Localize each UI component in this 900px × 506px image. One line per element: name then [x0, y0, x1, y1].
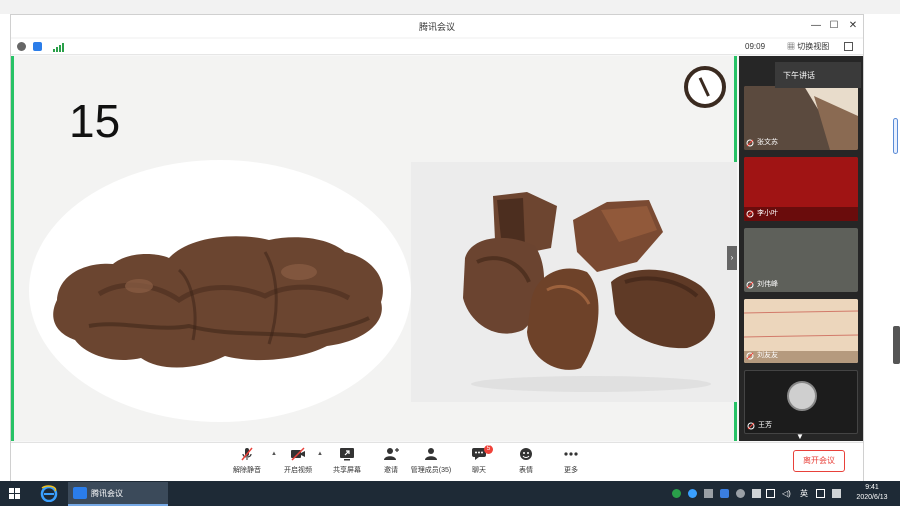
specimen-oval-backdrop [29, 160, 411, 422]
close-button[interactable]: ✕ [846, 19, 860, 33]
meeting-toolbar: 解除静音 ▲ 开启视频 ▲ 共享屏幕 邀请 管理成员(35) 5 聊天 表情 更… [11, 442, 863, 481]
switch-view-button[interactable]: ▦ 切换视图 [787, 41, 829, 52]
grid-icon: ▦ [787, 42, 798, 51]
emoji-label: 表情 [519, 467, 533, 474]
bluetooth-icon[interactable] [720, 489, 729, 498]
speaking-tooltip: 下午讲话 [775, 62, 861, 88]
shield-icon[interactable] [33, 42, 42, 51]
video-options-caret[interactable]: ▲ [317, 451, 323, 457]
meeting-app-icon [73, 487, 87, 499]
sidebar-collapse-button[interactable]: › [727, 246, 737, 270]
unmute-button[interactable]: 解除静音 [225, 447, 269, 475]
video-off-icon [291, 447, 305, 461]
chat-unread-badge: 5 [484, 445, 493, 454]
invite-label: 邀请 [384, 467, 398, 474]
participant-tile[interactable]: 张文苏 [744, 86, 858, 150]
participant-name: 李小叶 [757, 210, 778, 217]
fullscreen-icon[interactable] [844, 42, 853, 51]
members-icon [425, 448, 437, 460]
volume-icon[interactable]: ◁) [782, 489, 791, 498]
network-icon[interactable] [816, 489, 825, 498]
more-label: 更多 [564, 467, 578, 474]
desktop-side-widget[interactable] [893, 326, 900, 364]
maximize-button[interactable]: ☐ [827, 19, 841, 33]
minimize-button[interactable]: — [809, 19, 823, 33]
participant-avatar [787, 381, 817, 411]
share-border-left [11, 56, 14, 441]
tray-app-icon[interactable] [688, 489, 697, 498]
participant-tile[interactable]: 王芳 [744, 370, 858, 434]
input-method-indicator[interactable]: 英 [800, 489, 809, 498]
specimen-large-image [53, 236, 383, 368]
meeting-info-bar: 09:09 ▦ 切换视图 [11, 39, 863, 55]
share-screen-button[interactable]: 共享屏幕 [325, 447, 369, 475]
title-bar: 腾讯会议 — ☐ ✕ [11, 15, 863, 37]
invite-button[interactable]: 邀请 [369, 447, 413, 475]
participant-name: 刘伟峰 [757, 281, 778, 288]
participant-panel: 张文苏 下午讲话 李小叶 刘伟峰 刘友友 王芳 ▼ [739, 56, 863, 441]
start-video-label: 开启视频 [284, 467, 312, 474]
participant-name: 王芳 [758, 422, 772, 429]
participant-name: 张文苏 [757, 139, 778, 146]
screen: 腾讯会议 — ☐ ✕ 09:09 ▦ 切换视图 15 › 张文苏 下午讲话 李小… [0, 0, 900, 506]
more-button[interactable]: 更多 [549, 447, 593, 475]
manage-members-button[interactable]: 管理成员(35) [409, 447, 453, 475]
tray-app-icon[interactable] [704, 489, 713, 498]
chat-label: 聊天 [472, 467, 486, 474]
slide-number: 15 [69, 95, 121, 147]
mic-muted-icon [746, 210, 754, 218]
desktop-icons-strip [0, 0, 900, 14]
taskbar-app-meeting[interactable]: 腾讯会议 [68, 482, 168, 506]
taskbar-clock[interactable]: 9:41 2020/6/13 [846, 483, 898, 503]
desktop-right-edge [864, 14, 900, 481]
taskbar-date: 2020/6/13 [856, 494, 888, 501]
mic-muted-icon [747, 422, 755, 430]
taskbar-time: 9:41 [865, 484, 879, 491]
mic-muted-icon [746, 139, 754, 147]
mic-muted-icon [746, 281, 754, 289]
battery-icon[interactable] [766, 489, 775, 498]
leave-meeting-button[interactable]: 离开会议 [793, 450, 845, 472]
tray-app-icon[interactable] [832, 489, 841, 498]
info-icon[interactable] [17, 42, 26, 51]
chat-button[interactable]: 5 聊天 [457, 445, 501, 475]
tray-app-icon[interactable] [672, 489, 681, 498]
mic-muted-icon [746, 352, 754, 360]
participant-name: 刘友友 [757, 352, 778, 359]
specimen-pieces-photo [411, 162, 737, 402]
emoji-button[interactable]: 表情 [504, 447, 548, 475]
signal-icon[interactable] [53, 39, 65, 55]
window-title: 腾讯会议 [418, 22, 455, 32]
desktop-left-edge [0, 14, 10, 481]
taskbar-app-label: 腾讯会议 [91, 489, 123, 498]
windows-start-icon[interactable] [9, 488, 20, 499]
manage-members-label: 管理成员(35) [410, 467, 452, 474]
internet-explorer-icon[interactable] [40, 485, 58, 502]
scroll-down-icon[interactable]: ▼ [796, 432, 804, 441]
speedometer-needle [698, 77, 710, 97]
participant-tile[interactable]: 刘友友 [744, 299, 858, 363]
invite-icon [384, 448, 399, 460]
share-screen-icon [340, 448, 354, 461]
emoji-icon [520, 448, 532, 460]
meeting-timer: 09:09 [745, 42, 766, 51]
thermometer-widget-icon [893, 118, 898, 154]
switch-view-label: 切换视图 [797, 42, 830, 51]
tray-app-icon[interactable] [736, 489, 745, 498]
meeting-window: 腾讯会议 — ☐ ✕ 09:09 ▦ 切换视图 15 › 张文苏 下午讲话 李小… [10, 14, 864, 481]
windows-taskbar: 腾讯会议 ◁) 英 9:41 2020/6/13 [0, 481, 900, 506]
mic-muted-icon [241, 447, 253, 461]
start-video-button[interactable]: 开启视频 [276, 447, 320, 475]
share-screen-label: 共享屏幕 [333, 467, 361, 474]
speedometer-icon [684, 66, 726, 108]
more-icon [564, 452, 578, 456]
tray-app-icon[interactable] [752, 489, 761, 498]
shared-screen: 15 › [11, 56, 737, 441]
participant-tile[interactable]: 刘伟峰 [744, 228, 858, 292]
participant-tile[interactable]: 李小叶 [744, 157, 858, 221]
specimen-pieces-image [411, 162, 737, 402]
unmute-label: 解除静音 [233, 467, 261, 474]
